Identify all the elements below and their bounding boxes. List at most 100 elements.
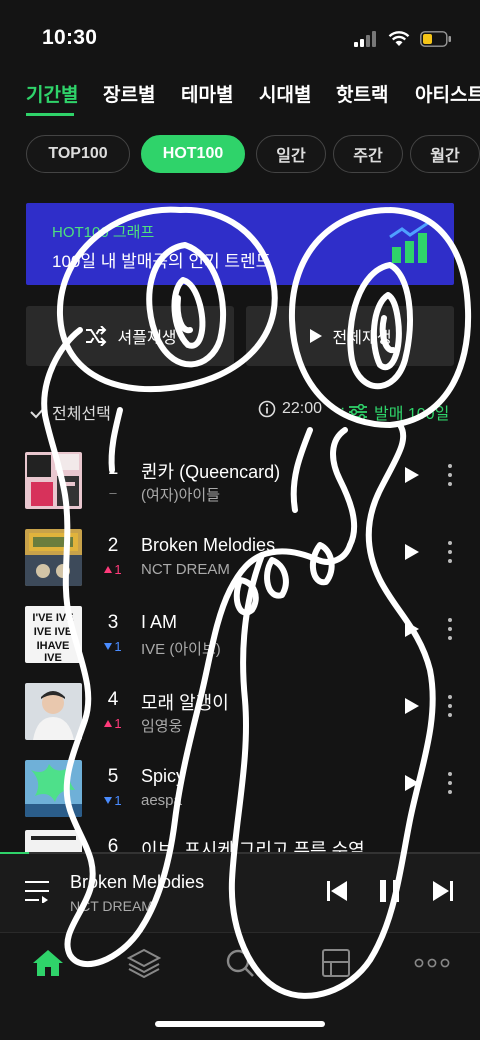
rank-up-icon [104,720,113,727]
rank-number: 3 [107,612,119,633]
release-filter-button[interactable]: 발매 100일 [348,400,449,424]
song-title: 모래 알갱이 [141,693,229,713]
nav-search[interactable] [222,947,258,979]
rank-change-value: – [109,485,117,500]
more-icon [414,958,450,968]
rank-change: 1 [100,716,126,731]
banner-title: HOT100 그래프 [52,224,155,241]
song-title: 퀸카 (Queencard) [141,462,281,482]
tab-hottrack[interactable]: 핫트랙 [336,80,388,107]
album-art: I'VE IVE IVE IVE IHAVE IVE [25,606,82,663]
rank-change: 1 [100,639,126,654]
song-row[interactable]: I'VE IVE IVE IVE IHAVE IVE 3 1 I AM IVE … [0,606,480,676]
rank-number: 4 [107,689,119,710]
playlist-icon[interactable] [24,879,50,903]
rank-change: 1 [100,562,126,577]
rank-up-icon [104,566,113,573]
play-icon[interactable] [404,466,420,484]
list-header: 전체선택 22:00 · 발매 100일 [0,396,480,426]
tab-period[interactable]: 기간별 [26,80,78,107]
chip-weekly[interactable]: 주간 [333,135,403,173]
rank-number: 1 [107,458,119,479]
chip-top100[interactable]: TOP100 [26,135,130,173]
chart-chips: TOP100 HOT100 일간 주간 월간 [0,135,480,175]
tab-genre[interactable]: 장르별 [103,80,155,107]
more-vertical-icon[interactable] [447,772,453,794]
tab-artist[interactable]: 아티스트 [415,80,480,107]
playback-progress[interactable] [0,852,480,854]
play-icon[interactable] [404,543,420,561]
player-title: Broken Melodies [70,872,205,892]
chip-monthly[interactable]: 월간 [410,135,480,173]
song-title: Spicy [141,766,186,786]
tab-era[interactable]: 시대별 [259,80,311,107]
song-row[interactable]: 4 1 모래 알갱이 임영웅 [0,683,480,753]
player-artist: NCT DREAM [70,898,153,914]
nav-home[interactable] [30,947,66,979]
rank-change-value: 1 [114,793,122,808]
shuffle-icon [85,326,106,346]
song-title: I AM [141,612,178,632]
song-row[interactable]: 2 1 Broken Melodies NCT DREAM [0,529,480,599]
select-all-label: 전체선택 [52,406,111,423]
info-icon [258,400,276,418]
chip-daily[interactable]: 일간 [256,135,326,173]
svg-text:IVE IVE: IVE IVE [34,626,73,638]
layers-icon [127,948,161,978]
library-icon [322,949,350,977]
period-tabs: 기간별 장르별 테마별 시대별 핫트랙 아티스트 [0,80,480,116]
play-all-button[interactable]: 전체재생 [246,306,454,366]
status-bar: 10:30 [0,0,480,70]
shuffle-play-button[interactable]: 셔플재생 [26,306,234,366]
header-separator: · [340,400,346,417]
rank-number: 2 [107,535,119,556]
album-art [25,452,82,509]
song-row[interactable]: 5 1 Spicy aespa [0,760,480,830]
wifi-icon [388,31,410,46]
song-row[interactable]: 1 – 퀸카 (Queencard) (여자)아이들 [0,452,480,522]
shuffle-label: 셔플재생 [117,330,177,347]
rank-down-icon [104,797,113,804]
more-vertical-icon[interactable] [447,464,453,486]
album-art [25,683,82,740]
chip-hot100[interactable]: HOT100 [141,135,245,173]
battery-icon [420,31,451,47]
update-time[interactable]: 22:00 [258,400,322,418]
rank-change: 1 [100,793,126,808]
status-icons [354,28,452,50]
more-vertical-icon[interactable] [447,695,453,717]
nav-library-layers[interactable] [126,947,162,979]
home-icon [33,950,63,976]
svg-text:I'VE IVE: I'VE IVE [32,612,73,624]
rank-number: 5 [107,766,119,787]
select-all-toggle[interactable]: 전체선택 [30,400,111,424]
progress-fill [0,852,29,854]
nav-storage[interactable] [318,947,354,979]
song-artist: (여자)아이들 [141,487,220,504]
rank-change: – [100,485,126,500]
album-art [25,529,82,586]
song-title: Broken Melodies [141,535,276,555]
rank-change-value: 1 [114,562,122,577]
nav-more[interactable] [414,947,450,979]
play-icon[interactable] [404,697,420,715]
next-icon[interactable] [432,879,454,903]
song-artist: aespa [141,792,182,809]
song-artist: IVE (아이브) [141,641,221,658]
play-all-label: 전체재생 [332,330,392,347]
play-icon[interactable] [404,774,420,792]
svg-text:IVE: IVE [44,652,62,663]
more-vertical-icon[interactable] [447,541,453,563]
previous-icon[interactable] [326,879,348,903]
hot100-graph-banner[interactable]: HOT100 그래프 100일 내 발매곡의 인기 트렌드 [26,203,454,285]
tab-theme[interactable]: 테마별 [181,80,233,107]
rank-down-icon [104,643,113,650]
play-icon[interactable] [404,620,420,638]
mini-player[interactable]: Broken Melodies NCT DREAM [0,852,480,932]
chart-trend-icon [389,221,429,263]
rank-change-value: 1 [114,716,122,731]
pause-icon[interactable] [378,879,402,903]
status-time: 10:30 [42,26,98,49]
more-vertical-icon[interactable] [447,618,453,640]
banner-subtitle: 100일 내 발매곡의 인기 트렌드 [52,252,272,271]
